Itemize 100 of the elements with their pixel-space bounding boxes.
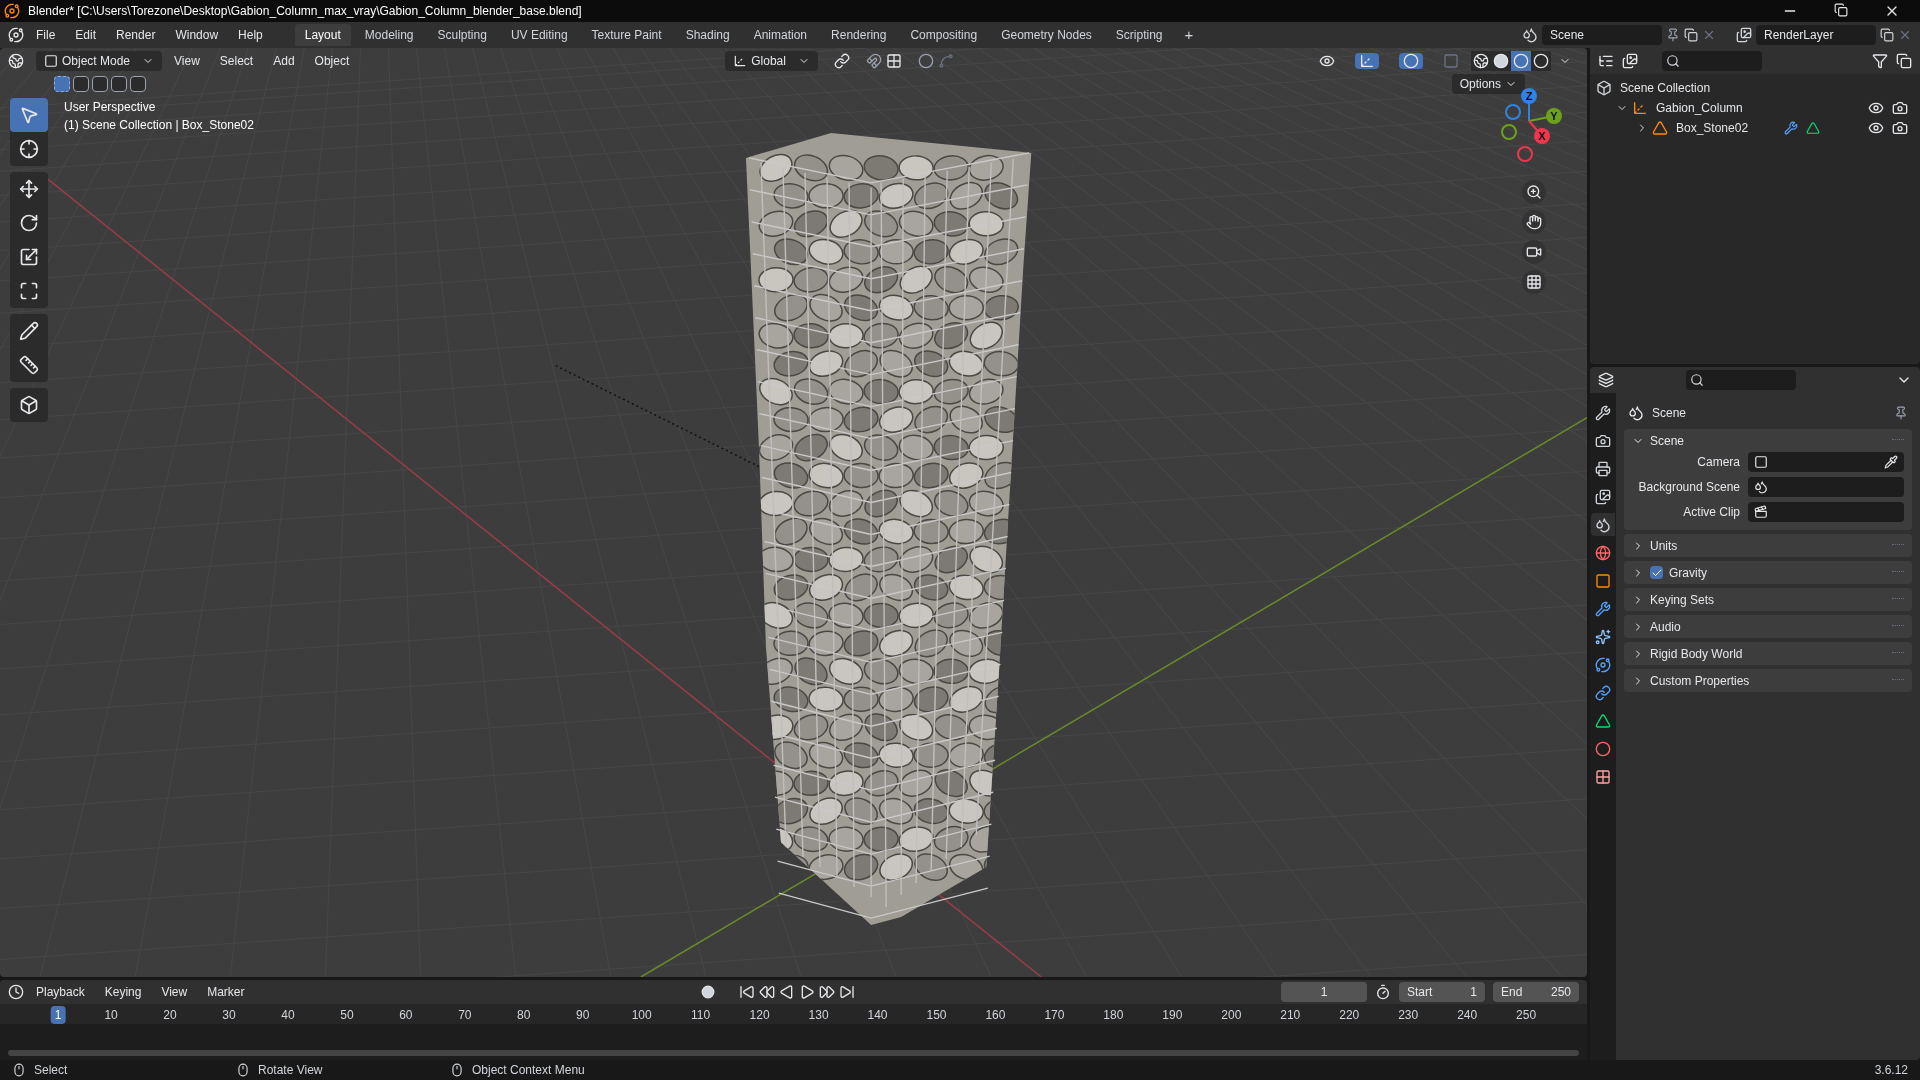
outliner-item[interactable]: Gabion_Column <box>1656 99 1743 117</box>
pivot-icon[interactable] <box>833 53 850 69</box>
axis-ball[interactable] <box>1546 108 1562 124</box>
negative-axis-ball[interactable] <box>1501 124 1517 140</box>
drag-handle-icon[interactable] <box>1892 678 1904 683</box>
pan-hand-icon[interactable] <box>1522 210 1546 234</box>
panel-header[interactable]: Scene <box>1650 431 1685 450</box>
render-visibility-icon[interactable] <box>1892 120 1908 136</box>
editor-type-icon[interactable] <box>8 984 24 1000</box>
editor-type-icon[interactable] <box>8 53 24 69</box>
timeline-menu[interactable]: Playback <box>28 983 93 1001</box>
workspace-tab[interactable]: UV Editing <box>500 24 578 46</box>
panel-header[interactable]: Units <box>1650 536 1678 555</box>
axis-ball[interactable] <box>1534 128 1550 144</box>
workspace-tab[interactable]: Texture Paint <box>581 24 672 46</box>
select-mode-icon[interactable] <box>73 76 89 92</box>
search-field[interactable] <box>1686 370 1796 390</box>
solid-shading-icon[interactable] <box>1491 51 1511 71</box>
render-visibility-icon[interactable] <box>1892 100 1908 116</box>
frame-ruler[interactable]: 1 10 20 30 40 50 60 70 80 90 100 110 120 130 140 150 160 170 180 190 200 210 220 230 240 250 <box>0 1004 1587 1024</box>
previous-keyframe-icon[interactable] <box>758 984 775 1000</box>
outliner-item[interactable]: Box_Stone02 <box>1676 119 1749 137</box>
object-field[interactable] <box>1748 502 1904 522</box>
workspace-tab[interactable]: Compositing <box>900 24 988 46</box>
mode-dropdown[interactable]: Object Mode <box>36 51 163 71</box>
timeline-menu[interactable]: Keying <box>96 983 150 1001</box>
workspace-tab[interactable]: Layout <box>294 24 351 46</box>
end-frame-field[interactable]: End 250 <box>1493 982 1579 1002</box>
scene-icon[interactable] <box>1522 27 1538 43</box>
eyedropper-icon[interactable] <box>1884 455 1898 469</box>
select-mode-icon[interactable] <box>111 76 127 92</box>
panel-header[interactable]: Gravity <box>1669 563 1707 582</box>
new-view-layer-icon[interactable] <box>1880 28 1894 42</box>
select-mode-icon[interactable] <box>54 76 70 92</box>
jump-end-icon[interactable] <box>838 984 855 1000</box>
visibility-icon[interactable] <box>1868 120 1884 136</box>
orientation-dropdown[interactable]: Global <box>725 51 818 71</box>
timeline-menu[interactable]: Marker <box>199 983 253 1001</box>
drag-handle-icon[interactable] <box>1892 570 1904 575</box>
select-mode-icon[interactable] <box>130 76 146 92</box>
workspace-tab[interactable]: Animation <box>743 24 818 46</box>
wireframe-shading-icon[interactable] <box>1471 51 1491 71</box>
axis-ball[interactable] <box>1521 88 1537 104</box>
object-field[interactable] <box>1748 477 1904 497</box>
checkbox[interactable] <box>1650 566 1663 579</box>
drag-handle-icon[interactable] <box>1892 597 1904 602</box>
new-scene-icon[interactable] <box>1684 28 1698 42</box>
menu-item[interactable]: Render <box>108 26 164 44</box>
jump-start-icon[interactable] <box>738 984 755 1000</box>
viewport-menu[interactable]: View <box>166 52 208 70</box>
visibility-filter-icon[interactable] <box>1319 53 1335 69</box>
timeline-menu[interactable]: View <box>153 983 196 1001</box>
options-dropdown[interactable]: Options <box>1451 74 1525 94</box>
drag-handle-icon[interactable] <box>1892 651 1904 656</box>
filter-icon[interactable] <box>1872 53 1888 69</box>
panel-header[interactable]: Audio <box>1650 617 1681 636</box>
select-mode-icon[interactable] <box>92 76 108 92</box>
visibility-icon[interactable] <box>1868 100 1884 116</box>
perspective-grid-icon[interactable] <box>1522 270 1546 294</box>
view-layer-field[interactable]: RenderLayer <box>1756 25 1876 45</box>
pin-icon[interactable] <box>1894 406 1908 420</box>
display-mode-icon[interactable] <box>1598 53 1614 69</box>
menu-item[interactable]: File <box>28 26 64 44</box>
new-collection-icon[interactable] <box>1896 53 1912 69</box>
rendered-shading-icon[interactable] <box>1531 51 1551 71</box>
view-layer-icon[interactable] <box>1736 27 1752 43</box>
next-keyframe-icon[interactable] <box>818 984 835 1000</box>
drag-handle-icon[interactable] <box>1892 624 1904 629</box>
workspace-tab[interactable]: Geometry Nodes <box>991 24 1102 46</box>
workspace-tab[interactable]: Rendering <box>821 24 897 46</box>
drag-handle-icon[interactable] <box>1892 543 1904 548</box>
panel-header[interactable]: Custom Properties <box>1650 671 1750 690</box>
panel-header[interactable]: Keying Sets <box>1650 590 1715 609</box>
viewport-menu[interactable]: Select <box>211 52 262 70</box>
viewport-menu[interactable]: Object <box>306 52 358 70</box>
proportional-edit-icon[interactable] <box>917 53 934 69</box>
search-field[interactable] <box>1662 51 1762 71</box>
view-layer-mode-icon[interactable] <box>1622 53 1638 69</box>
negative-axis-ball[interactable] <box>1517 146 1533 162</box>
scene-field[interactable]: Scene <box>1542 25 1662 45</box>
negative-axis-ball[interactable] <box>1505 104 1521 120</box>
material-shading-icon[interactable] <box>1511 51 1531 71</box>
blender-menu-icon[interactable] <box>8 27 24 43</box>
pin-icon[interactable] <box>1666 28 1680 42</box>
start-frame-field[interactable]: Start 1 <box>1399 982 1485 1002</box>
menu-item[interactable]: Window <box>167 26 227 44</box>
mesh-data-icon[interactable] <box>1806 121 1821 135</box>
3d-viewport[interactable]: Object Mode View Select Add Object Global Options User Perspective (1) Scene Collection | Box_Stone02 Z Y X <box>0 48 1587 977</box>
gizmo-toggle[interactable] <box>1355 53 1379 69</box>
preview-range-icon[interactable] <box>1375 984 1391 1000</box>
viewport-menu[interactable]: Add <box>265 52 303 70</box>
editor-type-icon[interactable] <box>1598 372 1614 388</box>
play-reverse-icon[interactable] <box>778 984 795 1000</box>
overlay-toggle[interactable] <box>1399 53 1423 69</box>
menu-item[interactable]: Help <box>230 26 271 44</box>
select-box-icon[interactable] <box>10 98 48 132</box>
drag-handle-icon[interactable] <box>1892 438 1904 443</box>
object-field[interactable] <box>1748 452 1904 472</box>
current-frame-field[interactable]: 1 <box>1281 982 1367 1002</box>
restore-icon[interactable] <box>1834 3 1848 17</box>
